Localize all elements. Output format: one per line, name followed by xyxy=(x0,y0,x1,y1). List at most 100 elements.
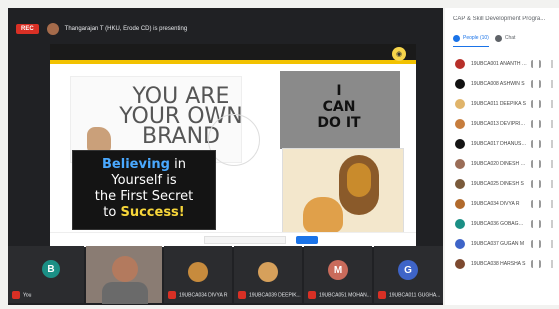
presenter-body xyxy=(102,282,148,304)
top-bar: REC Thangarajan T (HKU, Erode CD) is pre… xyxy=(8,16,443,42)
people-icon xyxy=(453,34,460,42)
participant-avatar xyxy=(258,262,278,282)
list-item[interactable]: 19UBCA037 GUGAN M xyxy=(445,234,559,254)
chalk-word-believing: Believing xyxy=(102,157,170,172)
list-item[interactable]: 19UBCA011 DEEPIKA S xyxy=(445,94,559,114)
mic-icon[interactable] xyxy=(531,80,541,88)
participant-name: 19UBCA038 HARSHA S xyxy=(471,261,526,267)
more-icon[interactable] xyxy=(551,140,553,148)
more-icon[interactable] xyxy=(551,240,553,248)
mic-icon[interactable] xyxy=(531,160,541,168)
avatar-initial-m: M xyxy=(328,260,348,280)
participant-avatar xyxy=(455,99,465,109)
list-item[interactable]: 19UBCA036 GOBAGUA... xyxy=(445,214,559,234)
participant-avatar xyxy=(455,79,465,89)
participant-tile-deepik[interactable]: 19UBCA039 DEEPIK... xyxy=(234,246,302,303)
participant-avatar xyxy=(455,59,465,69)
participant-avatar xyxy=(188,262,208,282)
chalk-word-success: Success! xyxy=(120,205,185,220)
mic-icon[interactable] xyxy=(531,60,541,68)
list-item[interactable]: 19UBCA025 DINESH S xyxy=(445,174,559,194)
participant-avatar xyxy=(455,139,465,149)
participant-tiles: B You 19UBCA034 DIVYA R 19UBCA039 DEEPIK… xyxy=(8,246,443,304)
more-icon[interactable] xyxy=(551,220,553,228)
recording-badge: REC xyxy=(16,24,39,34)
avatar-initial-b: B xyxy=(42,260,60,278)
participant-name: 19UBCA025 DINESH S xyxy=(471,181,524,187)
participant-avatar xyxy=(455,239,465,249)
participant-avatar xyxy=(455,119,465,129)
participant-name: 19UBCA034 DIVYA R xyxy=(168,291,228,299)
participant-name: 19UBCA039 DEEPIK... xyxy=(238,291,301,299)
chalk-line-3: the First Secret xyxy=(94,189,194,204)
mic-icon[interactable] xyxy=(531,100,541,108)
mic-icon[interactable] xyxy=(531,180,541,188)
cat-lion-image xyxy=(282,148,404,242)
icant-line-3: DO IT xyxy=(317,115,361,131)
slide-bottom-bar xyxy=(50,232,416,247)
list-item[interactable]: 19UBCA001 ANANTH DB xyxy=(445,54,559,74)
participant-avatar xyxy=(455,199,465,209)
tab-chat-label: Chat xyxy=(504,35,516,41)
list-item[interactable]: 19UBCA013 DEVIPRIYA S xyxy=(445,114,559,134)
chalkboard-panel: Believing in Yourself is the First Secre… xyxy=(72,150,216,230)
presenter-face xyxy=(112,256,138,282)
mic-icon[interactable] xyxy=(531,120,541,128)
list-item[interactable]: 19UBCA020 DINESH KU... xyxy=(445,154,559,174)
more-icon[interactable] xyxy=(551,60,553,68)
people-list: 19UBCA001 ANANTH DB 19UBCA008 ASHWIN S 1… xyxy=(445,54,559,274)
more-icon[interactable] xyxy=(551,100,553,108)
tab-people-label: People (10) xyxy=(463,35,489,41)
mic-muted-icon xyxy=(12,291,20,299)
participant-avatar xyxy=(455,159,465,169)
chalk-line-2: Yourself is xyxy=(111,173,177,188)
mic-icon[interactable] xyxy=(531,240,541,248)
participant-name: 19UBCA011 GUGHA... xyxy=(378,291,440,299)
slide-logo: ◉ xyxy=(392,47,406,61)
participant-name: 19UBCA020 DINESH KU... xyxy=(471,161,527,167)
more-icon[interactable] xyxy=(551,260,553,268)
presenter-caption: Thangarajan T (HKU, Erode CD) is present… xyxy=(64,26,188,32)
mic-icon[interactable] xyxy=(531,260,541,268)
participant-tile-gugha[interactable]: G 19UBCA011 GUGHA... xyxy=(374,246,443,303)
chalk-word-in: in xyxy=(174,157,186,172)
mic-muted-icon xyxy=(168,291,176,299)
i-can-do-it-panel: I CAN DO IT xyxy=(280,71,400,149)
presenter-avatar xyxy=(46,23,59,35)
mic-muted-icon xyxy=(238,291,246,299)
mic-icon[interactable] xyxy=(531,220,541,228)
participant-name: 19UBCA008 ASHWIN S xyxy=(471,81,525,87)
participant-name-you: You xyxy=(12,291,31,299)
chalkboard-text: Believing in Yourself is the First Secre… xyxy=(79,157,209,221)
participant-tile-you[interactable]: B You xyxy=(8,246,84,303)
more-icon[interactable] xyxy=(551,120,553,128)
list-item[interactable]: 19UBCA008 ASHWIN S xyxy=(445,74,559,94)
url-bar[interactable] xyxy=(204,236,286,244)
more-icon[interactable] xyxy=(551,80,553,88)
participant-name: 19UBCA013 DEVIPRIYA S xyxy=(471,121,527,127)
participant-name: 19UBCA036 GOBAGUA... xyxy=(471,221,527,227)
list-item[interactable]: 19UBCA038 HARSHA S xyxy=(445,254,559,274)
mic-icon[interactable] xyxy=(531,140,541,148)
url-button[interactable] xyxy=(296,236,318,244)
participant-avatar xyxy=(455,219,465,229)
mic-icon[interactable] xyxy=(531,200,541,208)
more-icon[interactable] xyxy=(551,180,553,188)
icant-line-1: I xyxy=(336,83,342,99)
participant-name: 19UBCA011 DEEPIKA S xyxy=(471,101,526,107)
participant-name: 19UBCA034 DIVYA R xyxy=(471,201,520,207)
chalk-word-to: to xyxy=(103,205,117,220)
more-icon[interactable] xyxy=(551,160,553,168)
participant-tile-mohan[interactable]: M 19UBCA051 MOHAN... xyxy=(304,246,372,303)
tab-chat[interactable]: Chat xyxy=(494,34,516,42)
list-item[interactable]: 19UBCA017 DHANUSH S xyxy=(445,134,559,154)
more-icon[interactable] xyxy=(551,200,553,208)
participant-name: 19UBCA001 ANANTH DB xyxy=(471,61,527,67)
monitor-frame: REC Thangarajan T (HKU, Erode CD) is pre… xyxy=(0,0,559,309)
active-tab-indicator xyxy=(453,46,489,47)
icant-line-2: CAN xyxy=(322,99,356,115)
tab-people[interactable]: People (10) xyxy=(453,34,489,42)
list-item[interactable]: 19UBCA034 DIVYA R xyxy=(445,194,559,214)
participant-tile-divya[interactable]: 19UBCA034 DIVYA R xyxy=(164,246,232,303)
slide-accent-bar xyxy=(50,60,416,64)
